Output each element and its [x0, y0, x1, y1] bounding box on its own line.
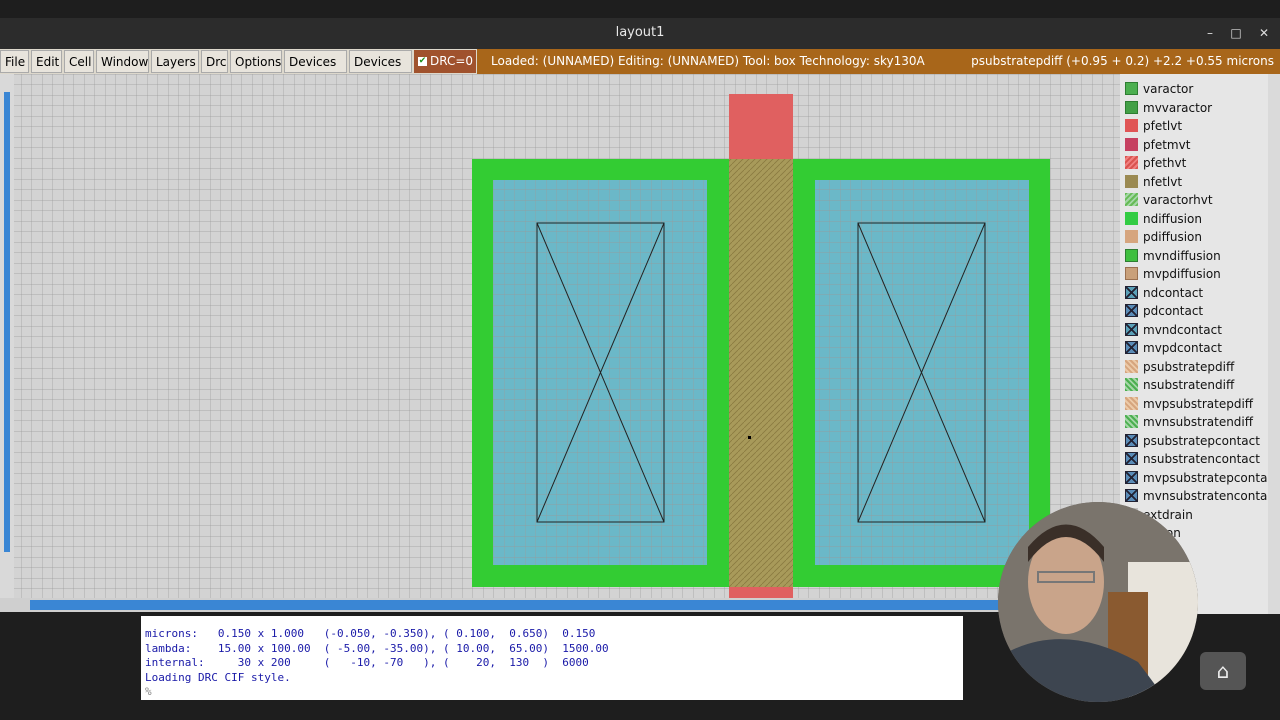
layer-label: mvpsubstratepcontact — [1143, 470, 1268, 485]
layer-label: mvpdcontact — [1143, 341, 1222, 355]
drc-toggle[interactable]: ✔ DRC=0 — [414, 50, 476, 73]
console-line-microns: microns: 0.150 x 1.000 (-0.050, -0.350),… — [145, 627, 596, 640]
layout-canvas[interactable] — [0, 74, 1120, 598]
layer-swatch — [1125, 452, 1138, 465]
layer-label: varactorhvt — [1143, 193, 1213, 207]
console-line-lambda: lambda: 15.00 x 100.00 ( -5.00, -35.00),… — [145, 641, 609, 655]
layer-swatch — [1125, 156, 1138, 169]
layer-swatch — [1125, 285, 1138, 299]
layer-label: mvvaractor — [1143, 100, 1213, 115]
layer-label: pfetlvt — [1143, 119, 1183, 133]
layer-label: nsubstratencontact — [1143, 452, 1260, 466]
menu-devices-1[interactable]: Devices 1 — [284, 50, 347, 92]
cursor-point — [748, 436, 751, 439]
layer-swatch — [1125, 82, 1138, 95]
home-icon[interactable]: ⌂ — [1200, 652, 1246, 690]
console-line-message: Loading DRC CIF style. — [145, 670, 291, 684]
layer-label: mvndcontact — [1143, 322, 1222, 337]
layer-label: mvndiffusion — [1143, 248, 1221, 263]
menu-devices-2[interactable]: Devices 2 — [349, 50, 412, 92]
vertical-scroll-thumb[interactable] — [4, 92, 10, 552]
menu-layers[interactable]: Layers — [151, 50, 199, 73]
console-line-internal: internal: 30 x 200 ( -10, -70 ), ( 20, 1… — [145, 656, 589, 669]
maximize-icon[interactable]: □ — [1226, 23, 1246, 43]
layer-swatch — [1125, 489, 1138, 502]
layer-label: pdiffusion — [1143, 230, 1202, 244]
layer-label: pdcontact — [1143, 304, 1204, 318]
status-bar: Loaded: (UNNAMED) Editing: (UNNAMED) Too… — [477, 49, 1280, 74]
channel-hatch — [729, 159, 793, 587]
layer-label: ndiffusion — [1143, 211, 1202, 226]
layer-label: mvnsubstratendiff — [1143, 415, 1254, 429]
console-prompt[interactable]: % — [145, 685, 152, 698]
layer-label: psubstratepdiff — [1143, 359, 1235, 374]
horizontal-scroll-thumb[interactable] — [30, 600, 1120, 610]
layer-swatch — [1125, 433, 1138, 447]
layer-swatch — [1125, 322, 1138, 336]
layer-label: pfethvt — [1143, 156, 1187, 170]
layer-swatch — [1125, 396, 1138, 410]
layer-swatch — [1125, 304, 1138, 317]
layer-label: mvnsubstratencontact — [1143, 489, 1268, 503]
layer-label: ndcontact — [1143, 285, 1204, 300]
layer-swatch — [1125, 174, 1138, 188]
layer-label: nsubstratendiff — [1143, 378, 1235, 392]
layer-swatch — [1125, 378, 1138, 391]
menu-edit[interactable]: Edit — [31, 50, 62, 73]
layer-swatch — [1125, 100, 1138, 114]
layer-swatch — [1125, 341, 1138, 354]
drc-count: DRC=0 — [430, 54, 474, 68]
layer-label: pfetmvt — [1143, 137, 1191, 152]
layer-swatch — [1125, 193, 1138, 206]
layer-swatch — [1125, 248, 1138, 262]
layer-swatch — [1125, 137, 1138, 151]
checkmark-icon: ✔ — [418, 56, 427, 66]
menu-drc[interactable]: Drc — [201, 50, 228, 73]
minimize-icon[interactable]: – — [1200, 23, 1220, 43]
horizontal-scrollbar[interactable] — [0, 598, 1120, 612]
layer-label: varactor — [1143, 82, 1194, 96]
close-icon[interactable]: ✕ — [1254, 23, 1274, 43]
menu-cell[interactable]: Cell — [64, 50, 94, 73]
layout-drawing[interactable] — [0, 74, 1120, 598]
layer-swatch — [1125, 230, 1138, 243]
layer-swatch — [1125, 211, 1138, 225]
layer-swatch — [1125, 415, 1138, 428]
title-bar: layout1 – □ ✕ — [0, 18, 1280, 49]
vertical-scrollbar[interactable] — [0, 74, 14, 598]
layer-label: mvpsubstratepdiff — [1143, 396, 1254, 411]
layer-swatch — [1125, 267, 1138, 280]
layer-palette-scrollbar[interactable] — [1268, 74, 1280, 614]
status-left: Loaded: (UNNAMED) Editing: (UNNAMED) Too… — [491, 54, 925, 68]
menu-options[interactable]: Options — [230, 50, 282, 73]
webcam-overlay — [998, 502, 1198, 702]
console-output: microns: 0.150 x 1.000 (-0.050, -0.350),… — [141, 616, 963, 700]
layer-swatch — [1125, 119, 1138, 132]
layer-swatch — [1125, 470, 1138, 484]
menu-file[interactable]: File — [0, 50, 29, 73]
menu-window[interactable]: Window — [96, 50, 149, 73]
status-right: psubstratepdiff (+0.95 + 0.2) +2.2 +0.55… — [971, 54, 1274, 68]
layer-label: psubstratepcontact — [1143, 433, 1260, 448]
window-title: layout1 — [615, 25, 665, 40]
layer-label: mvpdiffusion — [1143, 267, 1221, 281]
layer-label: nfetlvt — [1143, 174, 1183, 189]
presenter-image — [998, 502, 1198, 702]
layer-swatch — [1125, 359, 1138, 373]
